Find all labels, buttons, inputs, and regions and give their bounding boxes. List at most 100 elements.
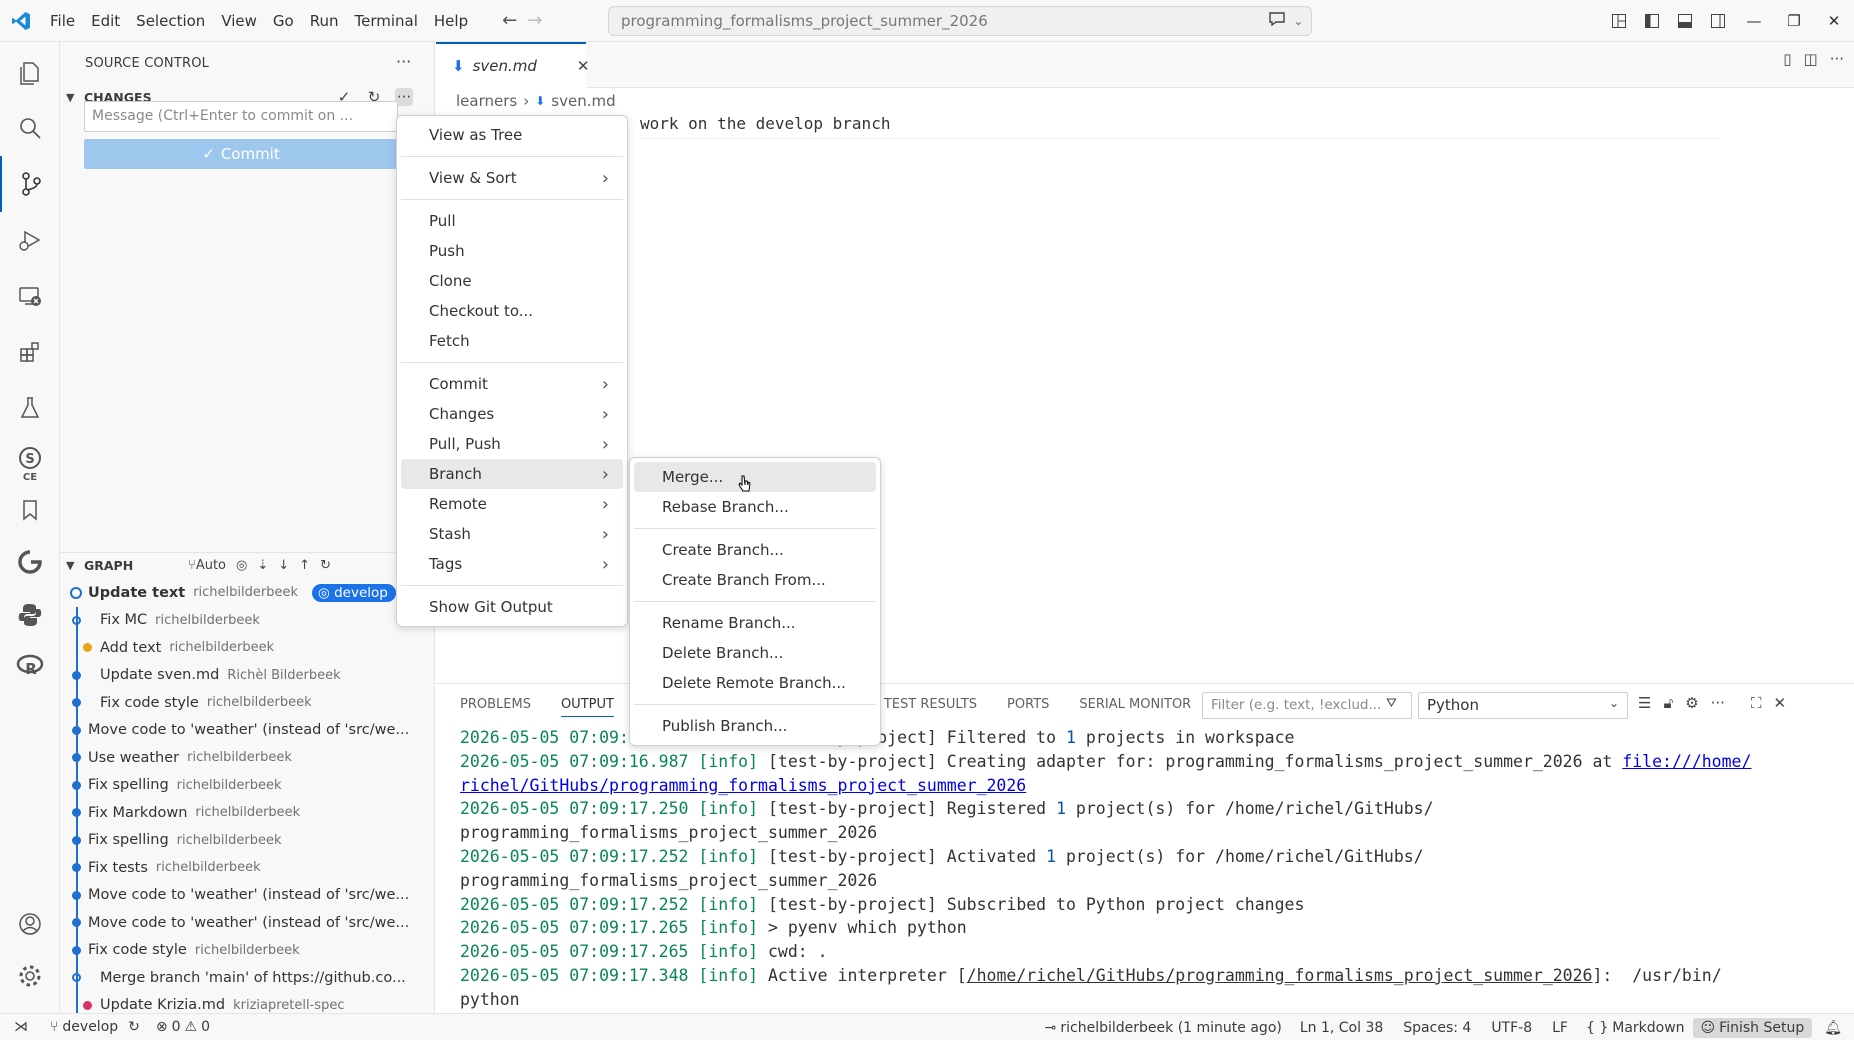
accounts-icon[interactable] [0,896,60,952]
split-editor-icon[interactable]: ◫ [1804,50,1818,68]
editor-more-icon[interactable]: ··· [1830,50,1844,68]
graph-auto-toggle[interactable]: ⑂Auto [188,558,226,573]
graph-commit-row[interactable]: Move code to 'weather' (instead of 'src/… [60,909,434,937]
toggle-panel-icon[interactable] [1668,0,1701,42]
log-link[interactable]: richel/GitHubs/programming_formalisms_pr… [460,776,1026,795]
git-blame-status[interactable]: ⊸ richelbilderbeek (1 minute ago) [1037,1020,1290,1036]
problems-status[interactable]: ⊗ 0 ⚠ 0 [148,1019,218,1035]
graph-commit-row[interactable]: Update text richelbilderbeek ◎ develop [60,579,434,607]
menu-item-delete-branch[interactable]: Delete Branch... [634,638,876,668]
encoding[interactable]: UTF-8 [1481,1020,1542,1036]
bookmark-icon[interactable] [0,482,60,538]
menu-item-checkout-to[interactable]: Checkout to... [401,296,623,326]
output-filter-input[interactable]: Filter (e.g. text, !exclud... [1202,692,1412,719]
graph-commit-row[interactable]: Fix code style richelbilderbeek [60,936,434,964]
output-log[interactable]: 2026-05-05 07:09:16.987 [info] [test-by-… [460,726,1850,1012]
chevron-down-icon[interactable]: ⌄ [1294,15,1303,28]
menu-item-push[interactable]: Push [401,236,623,266]
graph-commit-row[interactable]: Move code to 'weather' (instead of 'src/… [60,881,434,909]
tab-ports[interactable]: PORTS [1007,697,1049,712]
menu-item-tags[interactable]: Tags [401,549,623,579]
breadcrumb-folder[interactable]: learners [456,92,517,110]
open-preview-icon[interactable]: ▯ [1783,50,1791,68]
indentation[interactable]: Spaces: 4 [1393,1020,1481,1036]
graph-commit-row[interactable]: Fix MC richelbilderbeek [60,606,434,634]
notifications-bell-icon[interactable]: 🔔︎ [1812,1020,1854,1036]
menu-go[interactable]: Go [265,0,302,42]
log-link[interactable]: file:///home/ [1622,752,1751,771]
finish-setup-button[interactable]: ☺ Finish Setup [1692,1017,1813,1038]
menu-item-pull[interactable]: Pull [401,206,623,236]
restore-icon[interactable]: ❐ [1774,0,1814,42]
menu-item-changes[interactable]: Changes [401,399,623,429]
r-language-icon[interactable]: R [0,638,60,694]
graph-commit-row[interactable]: Fix code style richelbilderbeek [60,689,434,717]
pull-icon[interactable]: ↓ [278,558,289,573]
graph-commit-row[interactable]: Merge branch 'main' of https://github.co… [60,964,434,992]
gitkraken-icon[interactable] [0,534,60,590]
toggle-secondary-sidebar-icon[interactable] [1701,0,1734,42]
menu-item-show-git-output[interactable]: Show Git Output [401,592,623,622]
output-settings-icon[interactable]: ⚙ [1685,694,1698,712]
fetch-icon[interactable]: ⇣ [257,558,268,573]
toggle-primary-sidebar-icon[interactable] [1635,0,1668,42]
graph-commit-row[interactable]: Fix spelling richelbilderbeek [60,826,434,854]
tab-output[interactable]: OUTPUT [560,697,614,717]
commit-message-input[interactable]: Message (Ctrl+Enter to commit on ... [84,101,398,132]
menu-edit[interactable]: Edit [83,0,128,42]
target-icon[interactable]: ◎ [236,558,247,573]
menu-item-commit[interactable]: Commit [401,369,623,399]
menu-run[interactable]: Run [302,0,347,42]
menu-item-pull-push[interactable]: Pull, Push [401,429,623,459]
search-icon[interactable] [0,100,60,156]
menu-item-delete-remote-branch[interactable]: Delete Remote Branch... [634,668,876,698]
chat-icon[interactable] [1268,11,1286,31]
menu-selection[interactable]: Selection [128,0,213,42]
menu-item-create-branch-from[interactable]: Create Branch From... [634,565,876,595]
cursor-position[interactable]: Ln 1, Col 38 [1290,1020,1393,1036]
testing-icon[interactable] [0,380,60,436]
explorer-icon[interactable] [0,44,60,100]
menu-item-rename-branch[interactable]: Rename Branch... [634,608,876,638]
layout-customize-icon[interactable] [1602,0,1635,42]
menu-terminal[interactable]: Terminal [347,0,426,42]
menu-view[interactable]: View [213,0,265,42]
graph-commit-row[interactable]: Add text richelbilderbeek [60,634,434,662]
menu-item-stash[interactable]: Stash [401,519,623,549]
sidebar-more-actions-icon[interactable]: ··· [396,52,411,71]
push-icon[interactable]: ↑ [299,558,310,573]
back-arrow-icon[interactable]: ← [502,10,517,31]
menu-item-merge[interactable]: Merge... [634,462,876,492]
graph-commit-row[interactable]: Update Krizia.md kriziapretell-spec [60,991,434,1013]
graph-commit-row[interactable]: Fix spelling richelbilderbeek [60,771,434,799]
end-of-line[interactable]: LF [1542,1020,1578,1036]
menu-item-clone[interactable]: Clone [401,266,623,296]
close-window-icon[interactable]: ✕ [1814,0,1854,42]
filter-icon[interactable]: ⛛ [1386,696,1397,711]
output-channel-select[interactable]: Python ⌄ [1418,692,1628,719]
refresh-icon[interactable]: ↻ [320,558,331,573]
tab-sven-md[interactable]: ⬇ sven.md ✕ [436,42,590,88]
menu-file[interactable]: File [42,0,83,42]
close-icon[interactable]: ✕ [577,57,590,75]
menu-item-branch[interactable]: Branch [401,459,623,489]
menu-help[interactable]: Help [426,0,476,42]
menu-item-view-sort[interactable]: View & Sort [401,163,623,193]
graph-commit-row[interactable]: Fix Markdown richelbilderbeek [60,799,434,827]
extensions-icon[interactable] [0,324,60,380]
commit-button[interactable]: ✓ Commit [84,139,398,169]
lock-scroll-icon[interactable]: 🔓︎ [1663,694,1673,712]
minimize-icon[interactable]: — [1734,0,1774,42]
close-panel-icon[interactable]: ✕ [1773,694,1786,712]
editor-content[interactable]: work on the develop branch [640,114,890,133]
menu-item-fetch[interactable]: Fetch [401,326,623,356]
graph-commit-row[interactable]: Use weather richelbilderbeek [60,744,434,772]
graph-commit-row[interactable]: Update sven.md Richèl Bilderbeek [60,661,434,689]
tab-serial-monitor[interactable]: SERIAL MONITOR [1079,697,1191,712]
menu-item-remote[interactable]: Remote [401,489,623,519]
command-center[interactable]: programming_formalisms_project_summer_20… [608,6,1312,36]
maximize-panel-icon[interactable]: ⛶ [1751,694,1762,712]
python-icon[interactable] [0,587,60,643]
source-control-icon[interactable] [0,156,60,212]
menu-item-view-as-tree[interactable]: View as Tree [401,120,623,150]
